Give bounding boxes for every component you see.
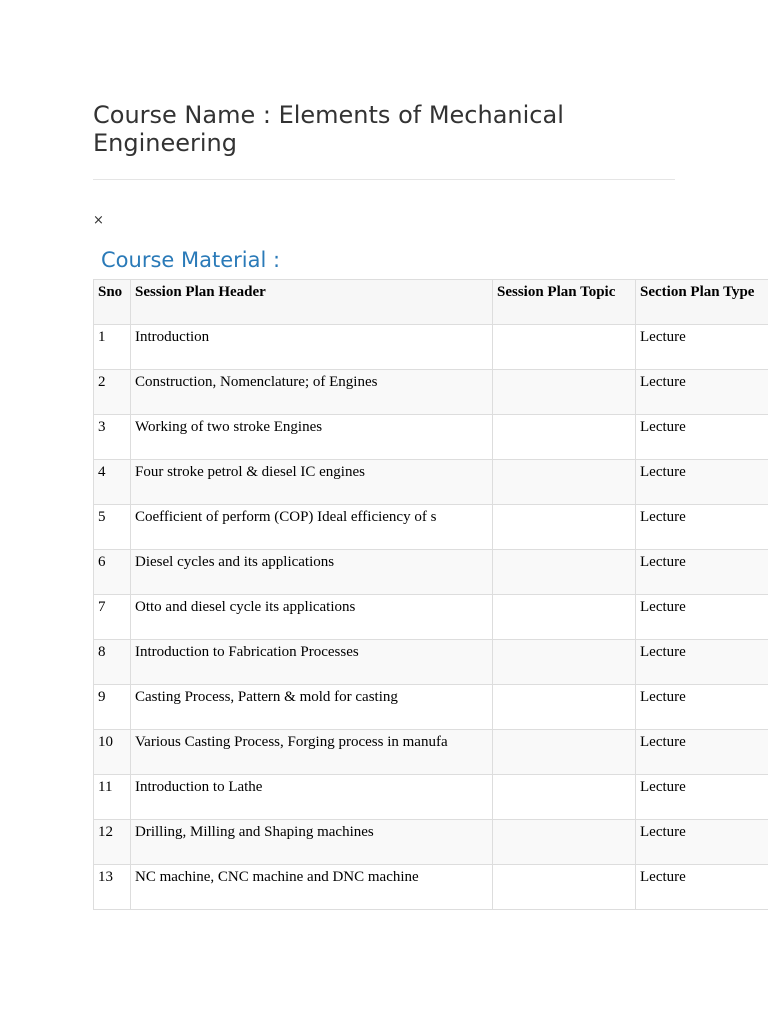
table-row: 10 Various Casting Process, Forging proce…: [93, 729, 768, 775]
table-body: 1 Introduction Lecture 2 Construction, Nomen…: [93, 324, 768, 910]
row-session-plan-topic-cell: [492, 729, 636, 775]
row-section-plan-type-cell: Lecture: [635, 549, 768, 595]
row-session-plan-topic-cell: [492, 369, 636, 415]
row-sno-cell: 10: [93, 729, 131, 775]
row-sno-cell: 3: [93, 414, 131, 460]
row-session-plan-header-cell: Coefficient of perform (COP) Ideal effic…: [130, 504, 493, 550]
row-session-plan-header-cell: Introduction: [130, 324, 493, 370]
row-section-plan-type-cell: Lecture: [635, 504, 768, 550]
row-section-plan-type-cell: Lecture: [635, 684, 768, 730]
column-header-sno: Sno: [93, 279, 131, 325]
table-row: 13 NC machine, CNC machine and DNC machin…: [93, 864, 768, 910]
row-session-plan-header-cell: Construction, Nomenclature; of Engines: [130, 369, 493, 415]
row-sno-cell: 13: [93, 864, 131, 910]
row-sno-cell: 12: [93, 819, 131, 865]
column-header-section-plan-type: Section Plan Type: [635, 279, 768, 325]
row-session-plan-header-cell: Drilling, Milling and Shaping machines: [130, 819, 493, 865]
row-section-plan-type-cell: Lecture: [635, 639, 768, 685]
row-session-plan-header-cell: Casting Process, Pattern & mold for cast…: [130, 684, 493, 730]
title-divider: [93, 179, 675, 180]
row-sno-cell: 7: [93, 594, 131, 640]
row-session-plan-topic-cell: [492, 504, 636, 550]
table-row: 6 Diesel cycles and its applications Lectu…: [93, 549, 768, 595]
table-row: 8 Introduction to Fabrication Processes Le…: [93, 639, 768, 685]
row-session-plan-header-cell: Diesel cycles and its applications: [130, 549, 493, 595]
table-row: 7 Otto and diesel cycle its applications L…: [93, 594, 768, 640]
row-section-plan-type-cell: Lecture: [635, 774, 768, 820]
row-sno-cell: 11: [93, 774, 131, 820]
row-sno-cell: 6: [93, 549, 131, 595]
row-session-plan-header-cell: Introduction to Fabrication Processes: [130, 639, 493, 685]
row-session-plan-header-cell: Introduction to Lathe: [130, 774, 493, 820]
row-section-plan-type-cell: Lecture: [635, 594, 768, 640]
table-row: 11 Introduction to Lathe Lecture: [93, 774, 768, 820]
row-session-plan-topic-cell: [492, 774, 636, 820]
row-sno-cell: 1: [93, 324, 131, 370]
row-session-plan-topic-cell: [492, 864, 636, 910]
row-sno-cell: 9: [93, 684, 131, 730]
row-section-plan-type-cell: Lecture: [635, 414, 768, 460]
table-row: 4 Four stroke petrol & diesel IC engines L…: [93, 459, 768, 505]
table-row: 5 Coefficient of perform (COP) Ideal effi…: [93, 504, 768, 550]
row-sno-cell: 4: [93, 459, 131, 505]
row-session-plan-header-cell: NC machine, CNC machine and DNC machine: [130, 864, 493, 910]
column-header-session-plan-header: Session Plan Header: [130, 279, 493, 325]
table-row: 12 Drilling, Milling and Shaping machines…: [93, 819, 768, 865]
row-session-plan-topic-cell: [492, 819, 636, 865]
row-session-plan-topic-cell: [492, 324, 636, 370]
row-section-plan-type-cell: Lecture: [635, 819, 768, 865]
row-sno-cell: 2: [93, 369, 131, 415]
table-row: 3 Working of two stroke Engines Lecture: [93, 414, 768, 460]
row-section-plan-type-cell: Lecture: [635, 369, 768, 415]
close-icon[interactable]: ×: [93, 212, 104, 230]
table-row: 9 Casting Process, Pattern & mold for cas…: [93, 684, 768, 730]
row-session-plan-topic-cell: [492, 594, 636, 640]
row-section-plan-type-cell: Lecture: [635, 864, 768, 910]
row-session-plan-topic-cell: [492, 414, 636, 460]
row-session-plan-header-cell: Four stroke petrol & diesel IC engines: [130, 459, 493, 505]
course-title: Course Name : Elements of Mechanical Eng…: [93, 101, 564, 157]
row-sno-cell: 8: [93, 639, 131, 685]
row-session-plan-topic-cell: [492, 639, 636, 685]
row-session-plan-header-cell: Various Casting Process, Forging process…: [130, 729, 493, 775]
row-section-plan-type-cell: Lecture: [635, 324, 768, 370]
column-header-session-plan-topic: Session Plan Topic: [492, 279, 636, 325]
row-session-plan-topic-cell: [492, 459, 636, 505]
table-row: 2 Construction, Nomenclature; of Engines L…: [93, 369, 768, 415]
course-material-table: Sno Session Plan Header Session Plan Top…: [93, 279, 768, 910]
table-header-row: Sno Session Plan Header Session Plan Top…: [93, 279, 768, 325]
row-section-plan-type-cell: Lecture: [635, 729, 768, 775]
course-material-heading: Course Material :: [101, 248, 281, 272]
row-session-plan-topic-cell: [492, 684, 636, 730]
row-session-plan-header-cell: Working of two stroke Engines: [130, 414, 493, 460]
row-section-plan-type-cell: Lecture: [635, 459, 768, 505]
row-session-plan-header-cell: Otto and diesel cycle its applications: [130, 594, 493, 640]
row-session-plan-topic-cell: [492, 549, 636, 595]
row-sno-cell: 5: [93, 504, 131, 550]
table-row: 1 Introduction Lecture: [93, 324, 768, 370]
